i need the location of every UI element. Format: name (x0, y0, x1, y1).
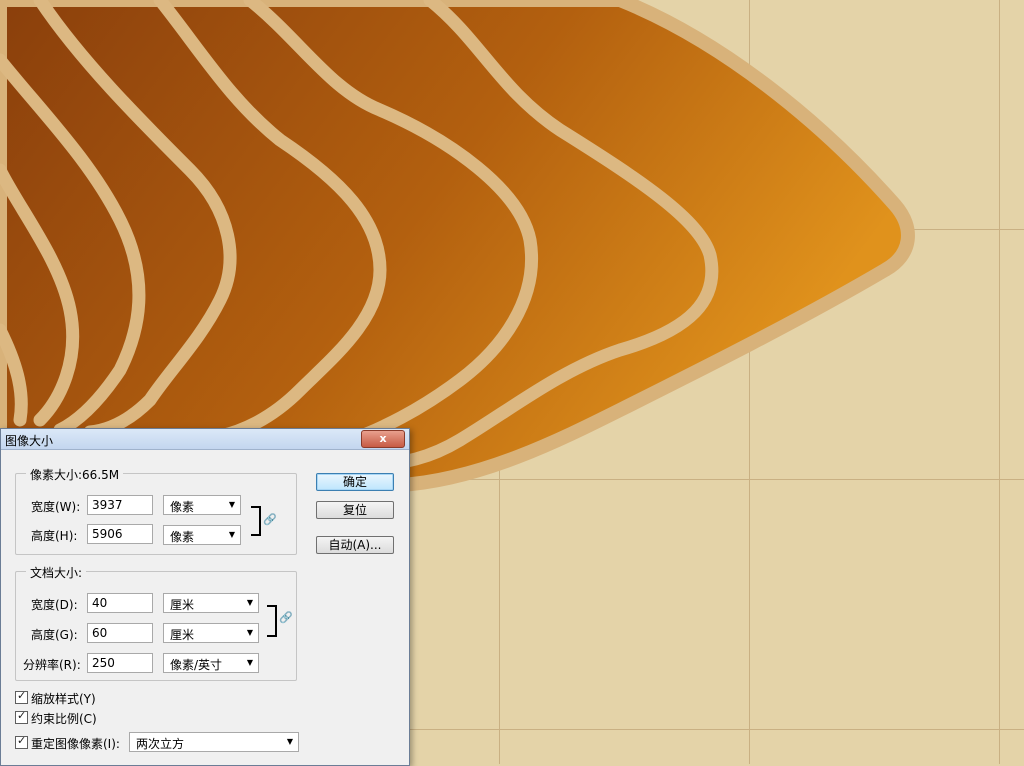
doc-height-unit-value: 厘米 (170, 628, 195, 642)
resample-label: 重定图像像素(I): (31, 737, 120, 751)
doc-height-input[interactable] (87, 623, 153, 643)
close-button[interactable]: x (361, 430, 405, 448)
auto-button[interactable]: 自动(A)... (316, 536, 394, 554)
pixel-dimensions-legend: 像素大小:66.5M (26, 466, 124, 483)
checkbox-box[interactable]: ✓ (15, 709, 28, 724)
doc-height-label: 高度(G): (31, 628, 78, 642)
doc-width-unit-select[interactable]: 厘米 ▼ (163, 593, 259, 613)
resolution-unit-select[interactable]: 像素/英寸 ▼ (163, 653, 259, 673)
resample-checkbox[interactable]: ✓ 重定图像像素(I): (15, 734, 120, 752)
checkmark-icon: ✓ (17, 734, 27, 747)
constrain-proportions-checkbox[interactable]: ✓ 约束比例(C) (15, 709, 97, 727)
link-chain-icon: 🔗 (279, 611, 293, 624)
chevron-down-icon: ▼ (228, 500, 235, 509)
checkbox-box[interactable]: ✓ (15, 734, 28, 749)
constrain-proportions-label: 约束比例(C) (31, 712, 97, 726)
pixel-height-label: 高度(H): (31, 529, 78, 543)
chevron-down-icon: ▼ (228, 530, 235, 539)
pixel-width-unit-select[interactable]: 像素 ▼ (163, 495, 241, 515)
pixel-height-unit-select[interactable]: 像素 ▼ (163, 525, 241, 545)
resample-method-value: 两次立方 (136, 737, 185, 751)
reset-button[interactable]: 复位 (316, 501, 394, 519)
link-chain-icon: 🔗 (263, 513, 277, 526)
resample-method-select[interactable]: 两次立方 ▼ (129, 732, 299, 752)
resolution-unit-value: 像素/英寸 (170, 658, 223, 672)
resolution-input[interactable] (87, 653, 153, 673)
chevron-down-icon: ▼ (246, 628, 253, 637)
image-size-dialog: 图像大小 x 像素大小:66.5M 宽度(W): 像素 ▼ 高度(H): 像素 … (0, 428, 410, 766)
ok-button[interactable]: 确定 (316, 473, 394, 491)
checkmark-icon: ✓ (17, 689, 27, 702)
doc-width-unit-value: 厘米 (170, 598, 195, 612)
dialog-title: 图像大小 (5, 434, 54, 448)
doc-constrain-bracket (267, 605, 277, 637)
pixel-height-unit-value: 像素 (170, 530, 195, 544)
doc-width-input[interactable] (87, 593, 153, 613)
pixel-width-unit-value: 像素 (170, 500, 195, 514)
checkmark-icon: ✓ (17, 709, 27, 722)
scale-styles-label: 缩放样式(Y) (31, 692, 96, 706)
resolution-label: 分辨率(R): (23, 658, 81, 672)
close-icon: x (379, 432, 387, 445)
checkbox-box[interactable]: ✓ (15, 689, 28, 704)
pixel-constrain-bracket (251, 506, 261, 536)
chevron-down-icon: ▼ (286, 737, 293, 746)
dialog-titlebar[interactable]: 图像大小 x (1, 429, 409, 450)
chevron-down-icon: ▼ (246, 598, 253, 607)
document-size-legend: 文档大小: (26, 564, 87, 581)
scale-styles-checkbox[interactable]: ✓ 缩放样式(Y) (15, 689, 96, 707)
doc-width-label: 宽度(D): (31, 598, 78, 612)
pixel-height-input[interactable] (87, 524, 153, 544)
pixel-width-label: 宽度(W): (31, 500, 81, 514)
doc-height-unit-select[interactable]: 厘米 ▼ (163, 623, 259, 643)
chevron-down-icon: ▼ (246, 658, 253, 667)
pixel-width-input[interactable] (87, 495, 153, 515)
